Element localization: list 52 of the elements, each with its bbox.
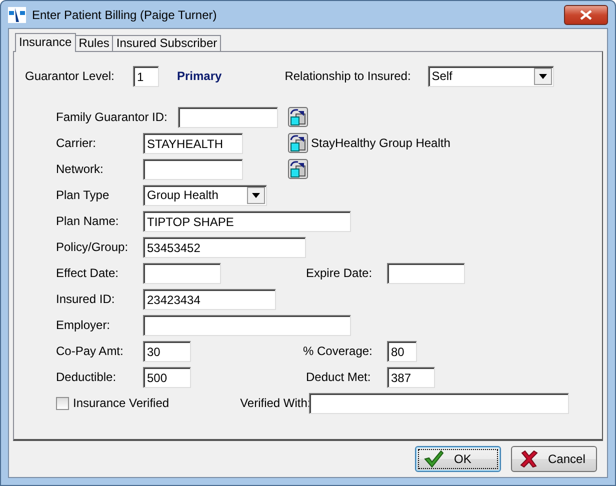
cross-icon — [520, 450, 538, 468]
field-label: Policy/Group: — [56, 240, 130, 254]
window-title: Enter Patient Billing (Paige Turner) — [32, 8, 218, 22]
input-field[interactable]: 53453452 — [143, 236, 306, 258]
level-name: Primary — [177, 69, 222, 83]
field-label: Effect Date: — [56, 266, 120, 280]
field-label: Co-Pay Amt: — [56, 344, 124, 358]
app-icon — [8, 6, 26, 22]
close-button[interactable] — [564, 4, 608, 24]
input-field[interactable] — [178, 106, 278, 128]
input-field[interactable] — [143, 314, 351, 336]
field-label: Plan Name: — [56, 214, 120, 228]
lookup-icon[interactable] — [288, 159, 308, 179]
input-field[interactable]: 1 — [133, 66, 159, 86]
input-field[interactable]: 500 — [143, 366, 191, 388]
field-label: Family Guarantor ID: — [56, 110, 168, 124]
input-field[interactable]: 30 — [143, 340, 191, 362]
input-field[interactable]: 387 — [387, 366, 435, 388]
input-field[interactable] — [143, 262, 221, 284]
input-field[interactable]: 23423434 — [143, 288, 276, 310]
field-label: Insured ID: — [56, 292, 116, 306]
field-label: Plan Type — [56, 188, 110, 202]
ok-button[interactable]: OK — [415, 446, 501, 472]
carrier-description: StayHealthy Group Health — [311, 136, 450, 150]
field-label: Carrier: — [56, 136, 98, 150]
close-icon — [580, 10, 592, 20]
lookup-icon[interactable] — [288, 133, 308, 153]
field-label: Employer: — [56, 318, 112, 332]
input-field[interactable] — [387, 262, 465, 284]
field-label: Verified With: — [240, 396, 308, 410]
field-label: Guarantor Level: — [25, 69, 116, 83]
dropdown-arrow-icon — [252, 192, 260, 198]
insurance-verified-checkbox[interactable]: Insurance Verified — [56, 396, 170, 410]
dropdown-arrow-icon — [538, 74, 547, 78]
tab[interactable]: Insurance — [15, 33, 76, 52]
lookup-icon[interactable] — [288, 107, 308, 127]
dropdown[interactable]: Group Health — [143, 184, 267, 206]
field-label: Network: — [56, 162, 104, 176]
field-label: % Coverage: — [303, 344, 374, 358]
input-field[interactable]: STAYHEALTH — [143, 132, 243, 154]
dropdown[interactable]: Self — [428, 66, 554, 86]
input-field[interactable]: TIPTOP SHAPE — [143, 210, 351, 232]
input-field[interactable] — [309, 392, 570, 414]
field-label: Deductible: — [56, 370, 118, 384]
input-field[interactable]: 80 — [387, 340, 417, 362]
check-icon — [424, 450, 444, 468]
field-label: Relationship to Insured: — [284, 69, 412, 83]
field-label: Deduct Met: — [306, 370, 372, 384]
field-label: Expire Date: — [306, 266, 374, 280]
tab[interactable]: Insured Subscriber — [112, 35, 222, 51]
cancel-button[interactable]: Cancel — [511, 446, 597, 472]
input-field[interactable] — [143, 158, 243, 180]
